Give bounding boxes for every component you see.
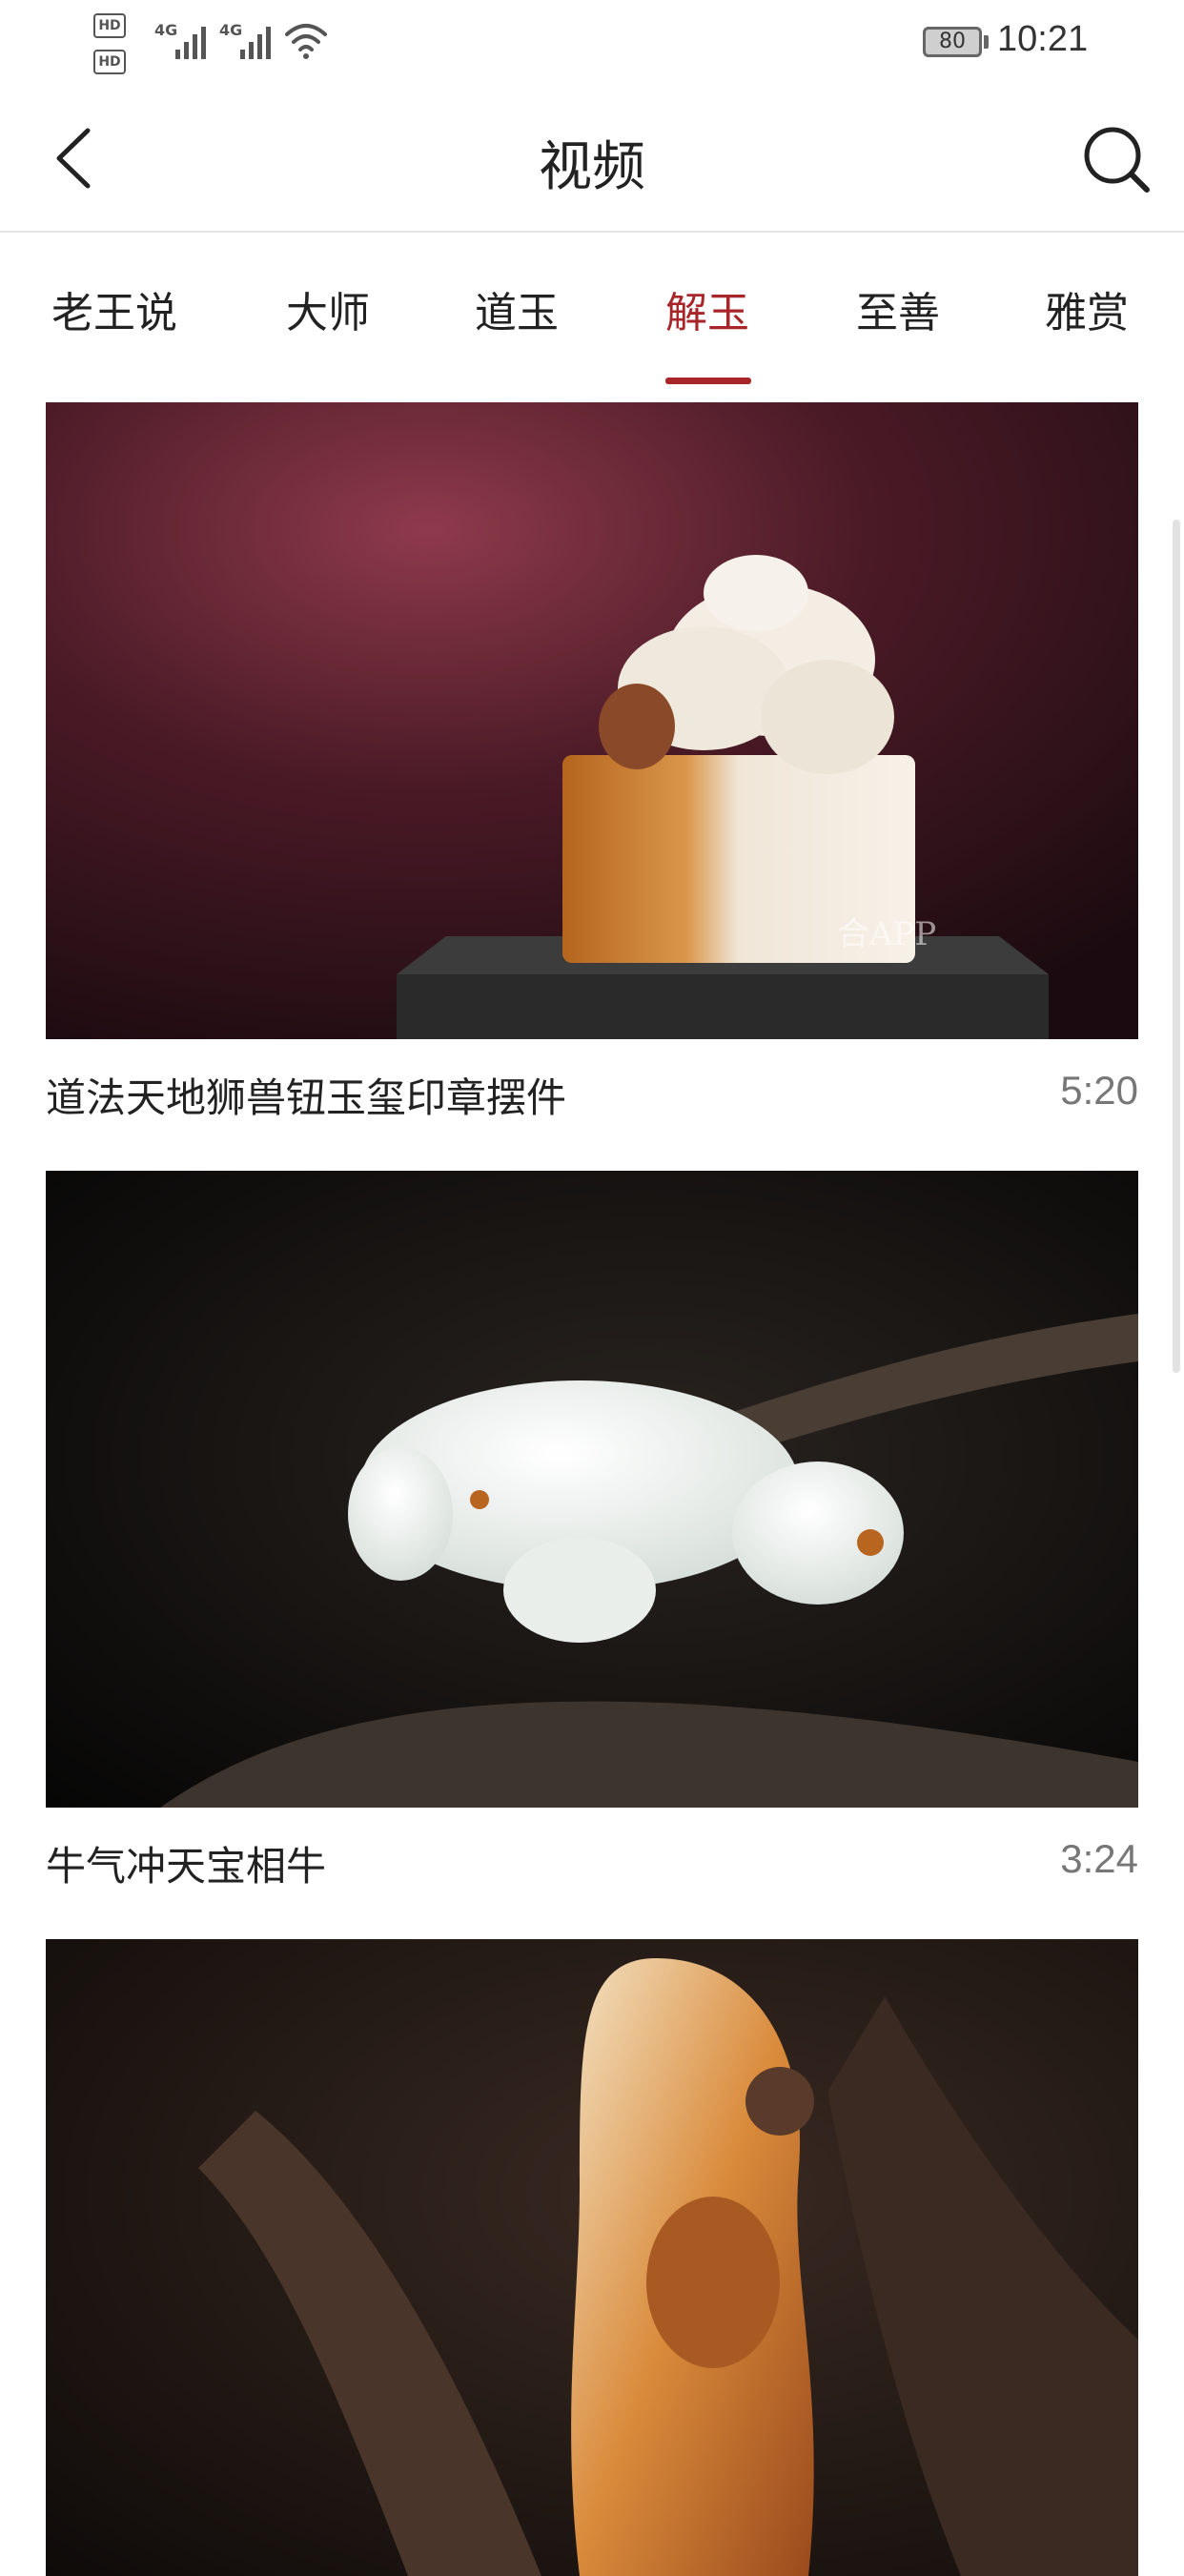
video-thumbnail[interactable]: [46, 1939, 1138, 2576]
tab-zhishan[interactable]: 至善: [856, 278, 940, 339]
video-duration: 5:20: [1060, 1068, 1138, 1113]
search-button[interactable]: [1073, 116, 1159, 202]
status-clock: 10:21: [997, 19, 1089, 59]
wifi-icon: [284, 21, 328, 61]
battery-tip: [984, 35, 989, 49]
tab-yashang[interactable]: 雅赏: [1045, 278, 1129, 339]
video-title[interactable]: 牛气冲天宝相牛: [46, 1834, 326, 1892]
top-app-bar: 视频: [0, 88, 1184, 233]
tab-dashi[interactable]: 大师: [286, 278, 370, 339]
video-title[interactable]: 道法天地狮兽钮玉玺印章摆件: [46, 1066, 566, 1124]
hd-indicator-2: HD: [93, 50, 126, 74]
video-card[interactable]: 合APP 道法天地狮兽钮玉玺印章摆件 5:20: [46, 402, 1138, 1142]
active-tab-indicator: [665, 378, 751, 384]
category-tabs: 老王说 大师 道玉 解玉 至善 雅赏: [0, 233, 1184, 385]
signal-1-icon: [175, 21, 214, 59]
network-type-1: 4G: [154, 21, 178, 39]
tab-laowangshuo[interactable]: 老王说: [51, 278, 177, 339]
video-card[interactable]: 牛气冲天宝相牛 3:24: [46, 1171, 1138, 1911]
video-thumbnail[interactable]: [46, 1171, 1138, 1808]
tab-jieyu[interactable]: 解玉: [665, 278, 749, 339]
tab-daoyu[interactable]: 道玉: [475, 278, 559, 339]
network-type-2: 4G: [219, 21, 243, 39]
page-title: 视频: [539, 136, 645, 198]
watermark: 合APP: [837, 915, 937, 953]
battery-icon: 80: [923, 27, 982, 57]
scrollbar[interactable]: [1173, 520, 1180, 1373]
search-icon: [1084, 127, 1150, 193]
video-card[interactable]: [46, 1939, 1138, 2576]
video-duration: 3:24: [1060, 1836, 1138, 1881]
signal-2-icon: [240, 21, 278, 59]
video-meta: 牛气冲天宝相牛 3:24: [46, 1808, 1138, 1911]
hd-indicator-1: HD: [93, 13, 126, 38]
status-bar: HD HD 4G 4G 80 10:21: [0, 0, 1184, 88]
video-thumbnail[interactable]: 合APP: [46, 402, 1138, 1039]
video-meta: 道法天地狮兽钮玉玺印章摆件 5:20: [46, 1039, 1138, 1142]
